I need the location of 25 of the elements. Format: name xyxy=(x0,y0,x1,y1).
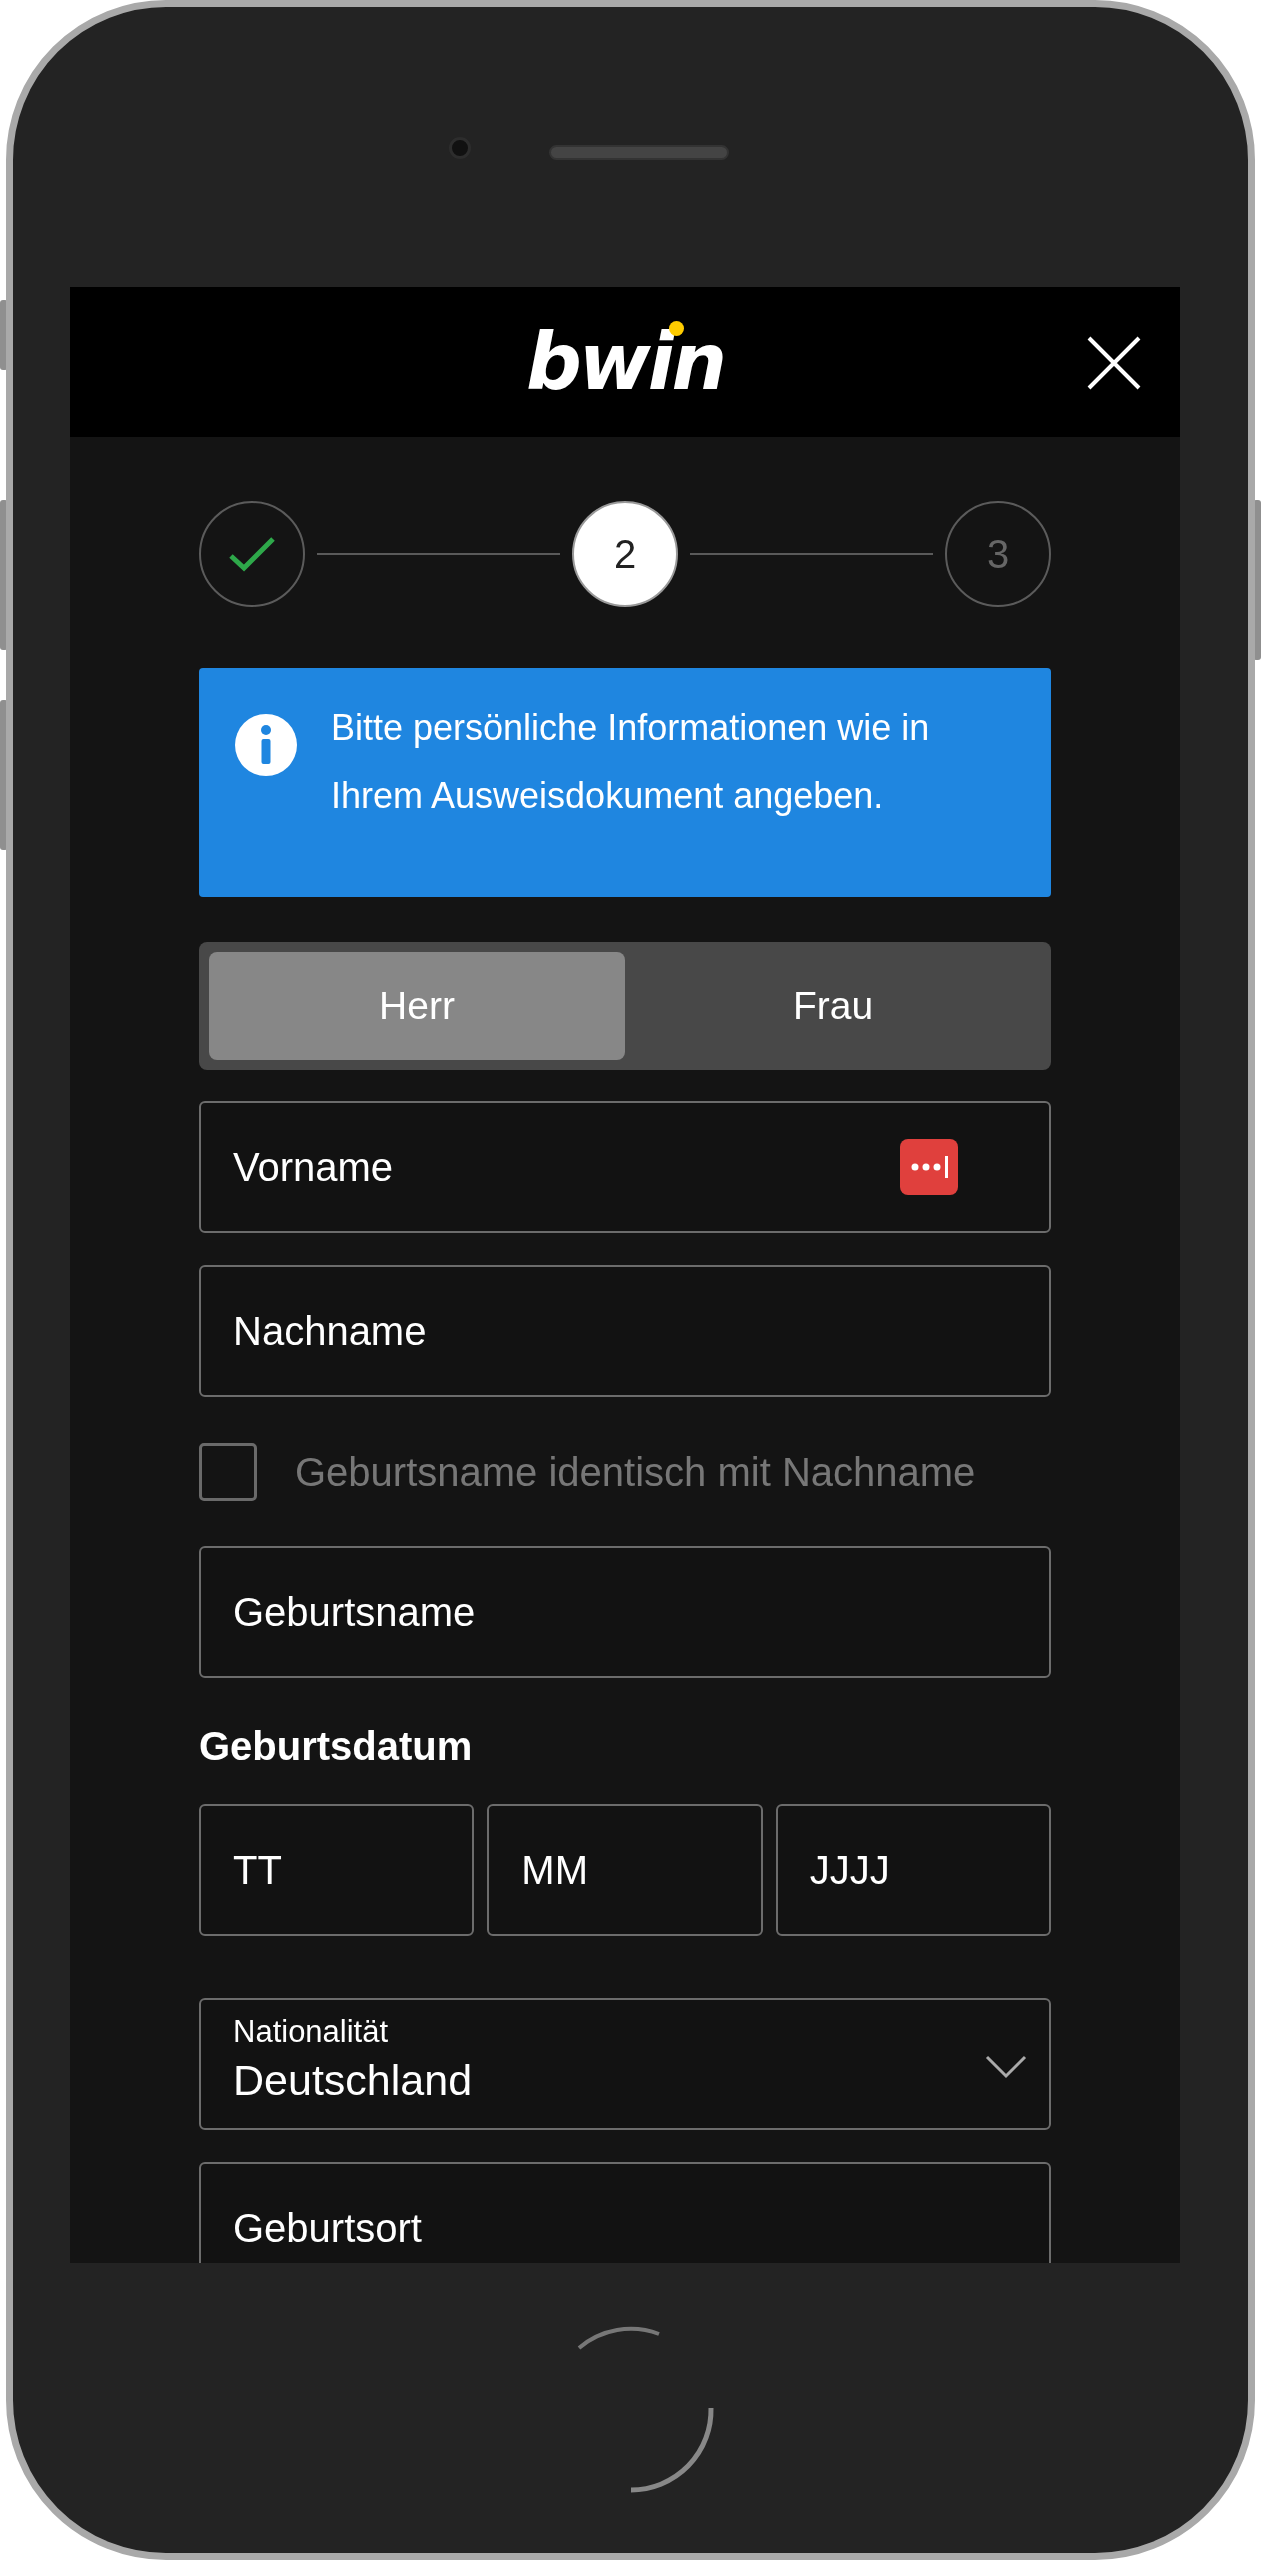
close-button[interactable] xyxy=(1086,335,1142,391)
select-value: Deutschland xyxy=(233,2055,473,2106)
salutation-option[interactable]: Frau xyxy=(625,952,1041,1060)
chevron-down-icon xyxy=(985,2054,1027,2078)
step-circle: 2 xyxy=(572,501,678,607)
input-field[interactable]: Geburtsort xyxy=(199,2162,1051,2263)
input-field[interactable]: Vorname xyxy=(199,1101,1051,1233)
step-circle: 3 xyxy=(945,501,1051,607)
info-icon xyxy=(235,714,297,776)
section-heading: Geburtsdatum xyxy=(199,1723,474,1770)
checkbox-label: Geburtsname identisch mit Nachname xyxy=(295,1449,976,1496)
logo: bwin xyxy=(525,323,725,401)
salutation-option[interactable]: Herr xyxy=(209,952,625,1060)
select-field[interactable]: Nationalität Deutschland xyxy=(199,1998,1051,2130)
password-manager-icon[interactable] xyxy=(900,1139,958,1195)
checkbox[interactable] xyxy=(199,1443,257,1501)
date-field[interactable]: TT xyxy=(199,1804,475,1936)
field-label: Nationalität xyxy=(233,2013,390,2051)
info-text: Bitte persönliche Informationen wie in Ihrem Ausweisdokument angeben. xyxy=(331,706,931,818)
check-icon xyxy=(228,536,276,572)
input-field[interactable]: Geburtsname xyxy=(199,1546,1051,1678)
date-field[interactable]: MM xyxy=(487,1804,763,1936)
input-field[interactable]: Nachname xyxy=(199,1265,1051,1397)
date-field[interactable]: JJJJ xyxy=(775,1804,1051,1936)
camera-drawing xyxy=(449,137,471,159)
